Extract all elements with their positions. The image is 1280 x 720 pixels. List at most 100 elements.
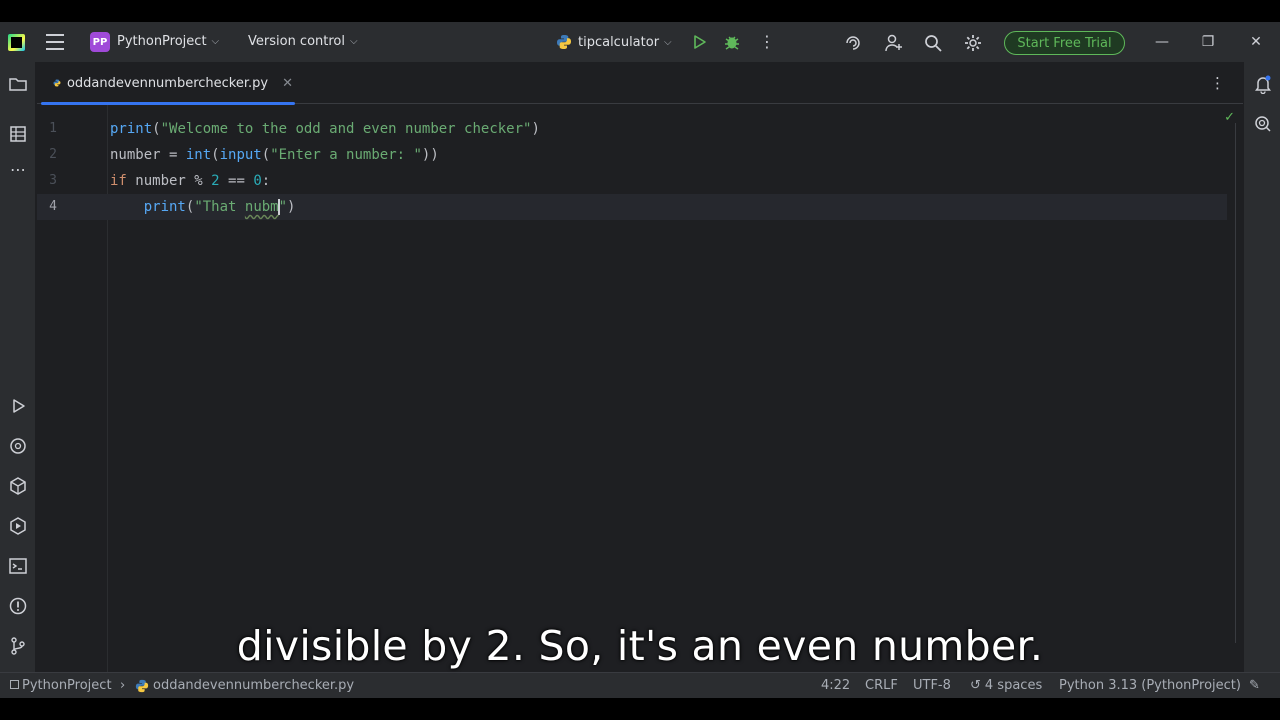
python-interpreter[interactable]: Python 3.13 (PythonProject) — [1059, 678, 1241, 693]
module-icon — [10, 680, 19, 689]
line-number: 2 — [49, 147, 57, 162]
tab-label: oddandevennumberchecker.py — [66, 75, 269, 91]
restore-window-icon[interactable]: ❐ — [1198, 32, 1218, 52]
tab-options-icon[interactable]: ⋮ — [1210, 74, 1225, 92]
line-number: 3 — [49, 173, 57, 188]
code-line[interactable]: 1 print("Welcome to the odd and even numb… — [37, 116, 1227, 142]
file-encoding[interactable]: UTF-8 — [913, 678, 951, 693]
breadcrumb-project: PythonProject — [22, 678, 112, 693]
notifications-bell-icon[interactable] — [1253, 74, 1273, 94]
code-text: if number % 2 == 0: — [110, 168, 270, 194]
code-text: print("Welcome to the odd and even numbe… — [110, 116, 540, 142]
code-token: ) — [531, 121, 540, 137]
code-token: )) — [421, 147, 439, 163]
code-token: int — [185, 147, 212, 163]
code-token: == — [219, 173, 254, 189]
code-token: "That — [194, 199, 245, 215]
code-editor[interactable]: 1 print("Welcome to the odd and even numb… — [37, 105, 1243, 672]
project-name: PythonProject — [117, 34, 207, 49]
editor-tab-bar: oddandevennumberchecker.py ✕ ⋮ — [37, 62, 1243, 105]
terminal-icon[interactable] — [8, 556, 28, 576]
project-badge[interactable]: PP — [90, 32, 110, 52]
code-token: print — [143, 199, 186, 215]
code-line[interactable]: 3 if number % 2 == 0: — [37, 168, 1227, 194]
title-bar: PP PythonProject ⌵ Version control ⌵ tip… — [0, 22, 1280, 62]
indent-settings[interactable]: ↺ 4 spaces — [970, 678, 1042, 693]
breadcrumb-file: oddandevennumberchecker.py — [153, 678, 355, 693]
read-only-toggle-icon[interactable]: ✎ — [1249, 678, 1260, 693]
main-menu-icon[interactable] — [46, 34, 64, 50]
close-window-icon[interactable]: ✕ — [1246, 32, 1266, 52]
problems-icon[interactable] — [8, 596, 28, 616]
close-tab-icon[interactable]: ✕ — [282, 76, 293, 91]
breadcrumb-file-item[interactable]: oddandevennumberchecker.py — [135, 678, 354, 693]
status-bar: PythonProject › oddandevennumberchecker.… — [0, 672, 1280, 698]
code-token: "Welcome to the odd and even number chec… — [160, 121, 532, 137]
python-file-icon — [557, 35, 571, 49]
line-number: 4 — [49, 199, 57, 214]
video-subtitle: divisible by 2. So, it's an even number. — [236, 622, 1044, 670]
code-token: ( — [152, 121, 161, 137]
code-token: ( — [261, 147, 271, 163]
code-token: "Enter a number: " — [270, 147, 422, 163]
add-user-icon[interactable] — [884, 33, 904, 53]
ide-window: PP PythonProject ⌵ Version control ⌵ tip… — [0, 22, 1280, 698]
line-separator[interactable]: CRLF — [865, 678, 898, 693]
code-line[interactable]: 2 number = int(input("Enter a number: ")) — [37, 142, 1227, 168]
pycharm-logo-icon[interactable] — [8, 34, 25, 51]
code-token: number % — [126, 173, 212, 189]
project-selector[interactable]: PythonProject ⌵ — [117, 34, 219, 49]
left-tool-window-bar: ⋯ — [0, 62, 36, 672]
code-token: nubm — [244, 199, 279, 215]
start-free-trial-button[interactable]: Start Free Trial — [1004, 31, 1125, 55]
code-token: 2 — [211, 173, 220, 189]
caret-position[interactable]: 4:22 — [821, 678, 850, 693]
tab-oddandevennumberchecker[interactable]: oddandevennumberchecker.py ✕ — [39, 62, 295, 105]
code-token: 0 — [253, 173, 262, 189]
code-text: number = int(input("Enter a number: ")) — [110, 142, 439, 168]
search-icon[interactable] — [923, 33, 943, 53]
code-token: : — [261, 173, 271, 189]
run-tool-icon[interactable] — [8, 396, 28, 416]
indent-icon: ↺ — [970, 678, 981, 693]
code-text: print("That nubm") — [110, 194, 295, 220]
code-token: print — [110, 121, 153, 137]
settings-gear-icon[interactable] — [963, 33, 983, 53]
breadcrumb[interactable]: PythonProject — [10, 678, 112, 693]
code-token: number = — [110, 147, 186, 163]
code-line[interactable]: 4 print("That nubm") — [37, 194, 1227, 220]
version-control-menu[interactable]: Version control ⌵ — [248, 34, 358, 49]
python-packages-icon[interactable] — [8, 476, 28, 496]
more-actions-icon[interactable]: ⋮ — [759, 32, 775, 52]
line-number: 1 — [49, 121, 57, 136]
chevron-right-icon: › — [120, 678, 126, 693]
right-tool-window-bar — [1243, 62, 1280, 672]
structure-icon[interactable] — [8, 124, 28, 144]
chevron-down-icon: ⌵ — [211, 36, 220, 47]
python-file-icon — [53, 79, 61, 87]
run-configuration-selector[interactable]: tipcalculator ⌵ — [556, 34, 672, 50]
ai-assistant-icon[interactable] — [843, 33, 863, 53]
code-token: " — [278, 199, 288, 215]
chevron-down-icon: ⌵ — [664, 36, 672, 48]
chevron-down-icon: ⌵ — [350, 36, 358, 47]
python-file-icon — [135, 679, 149, 692]
code-token: input — [219, 147, 262, 163]
vcs-label: Version control — [248, 34, 345, 49]
code-token: ( — [211, 147, 220, 163]
minimize-icon[interactable]: — — [1152, 32, 1172, 52]
run-icon[interactable] — [690, 33, 708, 51]
code-token: if — [110, 173, 127, 189]
run-config-name: tipcalculator — [578, 34, 660, 50]
project-folder-icon[interactable] — [8, 74, 28, 94]
code-token: ) — [287, 199, 296, 215]
no-problems-check-icon[interactable]: ✓ — [1224, 110, 1235, 125]
services-icon[interactable] — [8, 516, 28, 536]
more-tools-icon[interactable]: ⋯ — [8, 160, 28, 180]
ai-chat-icon[interactable] — [1253, 114, 1273, 134]
python-console-icon[interactable] — [8, 436, 28, 456]
debug-icon[interactable] — [723, 33, 741, 51]
editor-scrollbar[interactable] — [1235, 123, 1241, 643]
indent-label: 4 spaces — [984, 678, 1043, 693]
